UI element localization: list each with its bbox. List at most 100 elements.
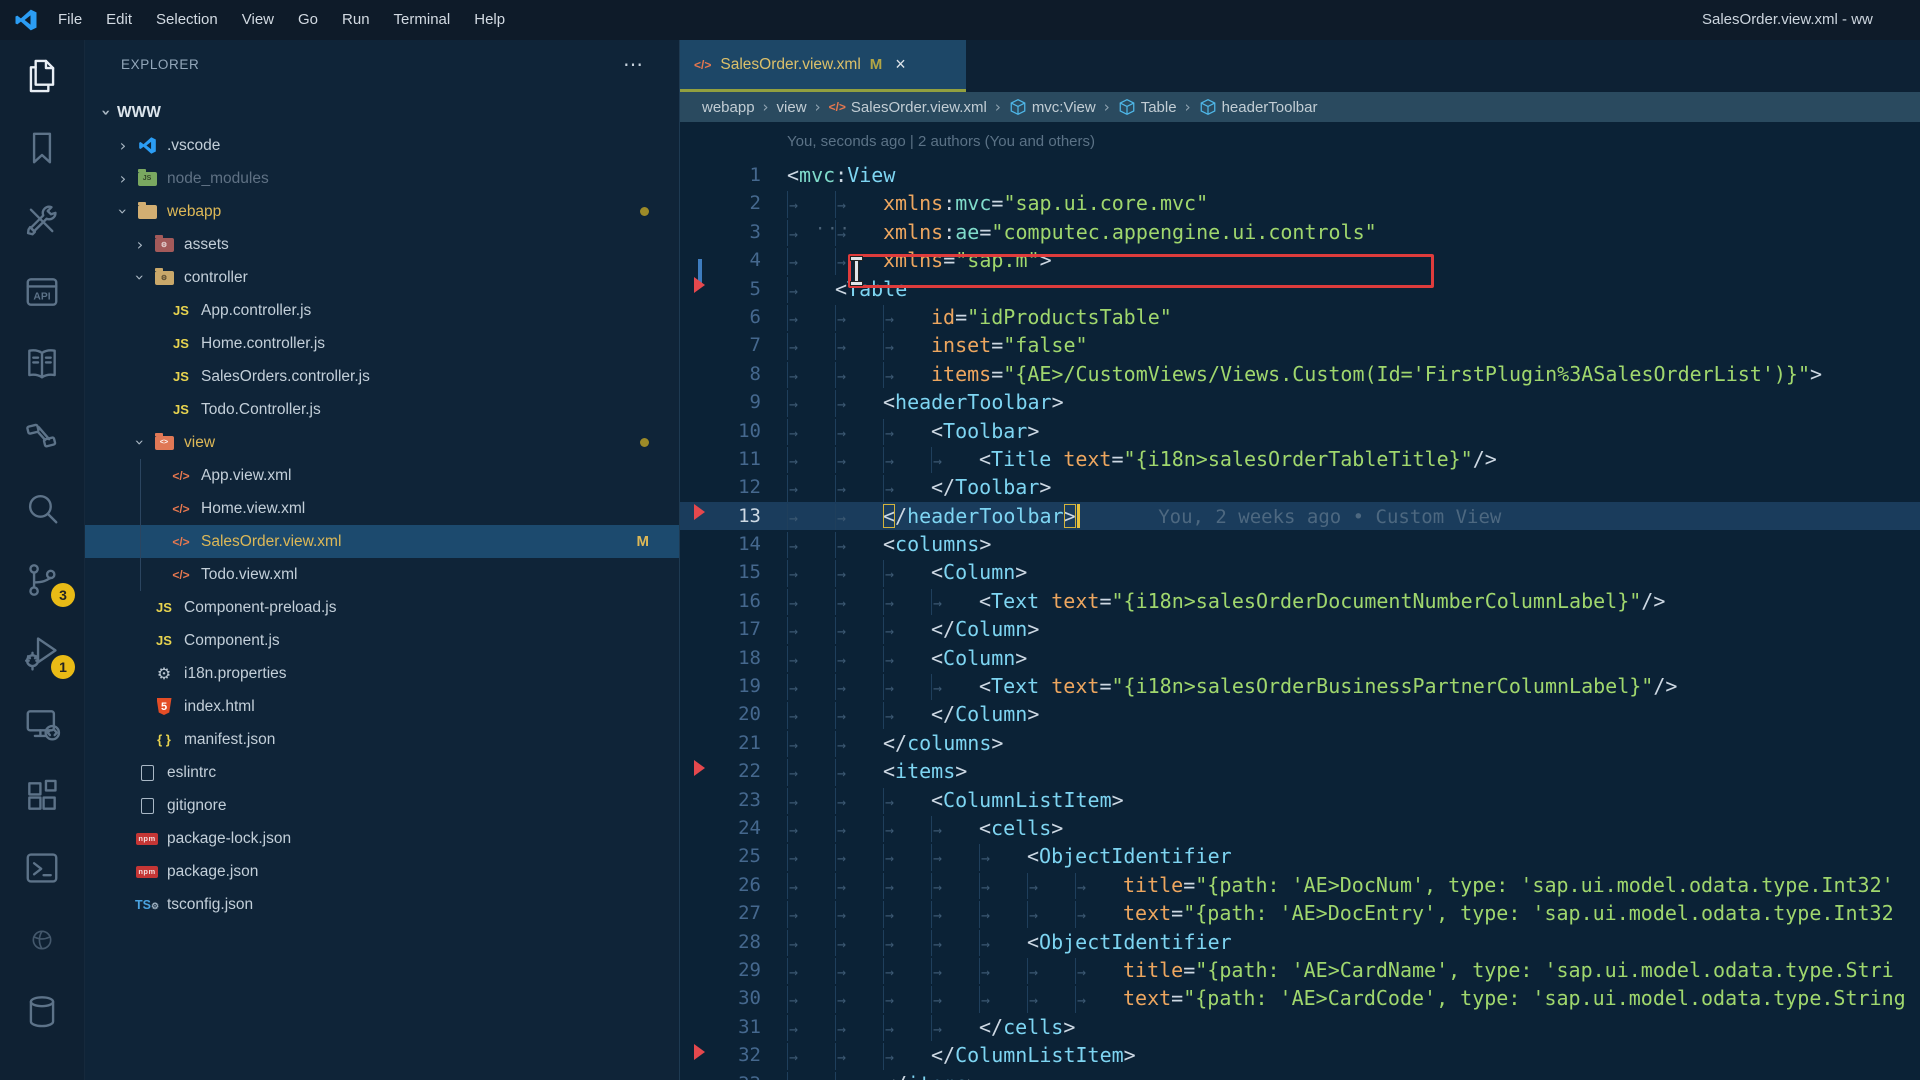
code-line-27[interactable]: 27 → → → → → → → text="{path: 'AE>DocEntry', typ…	[680, 899, 1920, 928]
tab-whitespace-arrow: →	[883, 1014, 931, 1042]
tree-item-tsconfig-json[interactable]: TS⚙ tsconfig.json	[85, 888, 679, 921]
code-line-10[interactable]: 10 → → → <Toolbar>	[680, 417, 1920, 445]
activity-bookmarks-icon[interactable]	[0, 112, 84, 184]
code-line-13[interactable]: 13 → → </headerToolbar> You, 2 weeks ago • C…	[680, 501, 1920, 531]
code-line-11[interactable]: 11 → → → → <Title text="{i18n>salesOrderTable…	[680, 445, 1920, 474]
activity-partial-bottom-icon-icon[interactable]	[0, 1048, 84, 1080]
menu-terminal[interactable]: Terminal	[382, 0, 463, 40]
tree-item-view[interactable]: › <> view	[85, 426, 679, 459]
code-line-14[interactable]: 14 → → <columns>	[680, 530, 1920, 559]
code-line-17[interactable]: 17 → → → </Column>	[680, 615, 1920, 644]
activity-terminal-icon[interactable]	[0, 832, 84, 904]
code-line-28[interactable]: 28 → → → → → <ObjectIdentifier	[680, 928, 1920, 956]
breadcrumb-mvc-view[interactable]: mvc:View	[1009, 98, 1096, 116]
tree-item-www[interactable]: › WWW	[85, 96, 679, 129]
code-line-18[interactable]: 18 → → → <Column>	[680, 644, 1920, 673]
breadcrumb-salesorder-view-xml[interactable]: </> SalesOrder.view.xml	[829, 99, 987, 116]
activity-explorer-icon[interactable]	[0, 40, 84, 112]
tree-item-component-js[interactable]: JS Component.js	[85, 624, 679, 657]
code-line-15[interactable]: 15 → → → <Column>	[680, 558, 1920, 587]
menu-help[interactable]: Help	[462, 0, 517, 40]
code-line-32[interactable]: 32 → → → </ColumnListItem>	[680, 1041, 1920, 1070]
tree-item-assets[interactable]: › ⚙ assets	[85, 228, 679, 261]
tree-item--vscode[interactable]: › .vscode	[85, 129, 679, 162]
tree-item-salesorder-view-xml[interactable]: </> SalesOrder.view.xml M	[85, 525, 679, 558]
code-line-20[interactable]: 20 → → → </Column>	[680, 700, 1920, 729]
activity-database-icon[interactable]	[0, 976, 84, 1048]
chevron-down-icon: ›	[113, 208, 133, 215]
activity-run-and-debug-icon[interactable]: 1	[0, 616, 84, 688]
code-line-2[interactable]: 2 → → xmlns:mvc="sap.ui.core.mvc"	[680, 189, 1920, 218]
code-line-16[interactable]: 16 → → → → <Text text="{i18n>salesOrderDocume…	[680, 587, 1920, 616]
code-line-9[interactable]: 9 → → <headerToolbar>	[680, 388, 1920, 417]
tree-item-i18n-properties[interactable]: ⚙ i18n.properties	[85, 657, 679, 690]
vscode-icon	[134, 136, 160, 155]
code-line-12[interactable]: 12 → → → </Toolbar>	[680, 473, 1920, 502]
tree-item-index-html[interactable]: 5 index.html	[85, 690, 679, 723]
code-line-3[interactable]: 3 → → xmlns:ae="computec.appengine.ui.contr…	[680, 218, 1920, 247]
code-line-25[interactable]: 25 → → → → → <ObjectIdentifier	[680, 842, 1920, 871]
menu-view[interactable]: View	[230, 0, 286, 40]
activity-tools-icon[interactable]	[0, 184, 84, 256]
code-line-23[interactable]: 23 → → → <ColumnListItem>	[680, 786, 1920, 814]
explorer-more-actions-icon[interactable]: ⋯	[623, 52, 645, 77]
tree-item-salesorders-controller-js[interactable]: JS SalesOrders.controller.js	[85, 360, 679, 393]
activity-extensions-icon[interactable]	[0, 760, 84, 832]
explorer-header: EXPLORER ⋯	[85, 40, 679, 88]
code-line-31[interactable]: 31 → → → → </cells>	[680, 1013, 1920, 1042]
activity-source-control-icon[interactable]: 3	[0, 544, 84, 616]
code-line-24[interactable]: 24 → → → → <cells>	[680, 814, 1920, 843]
tree-item-todo-view-xml[interactable]: </> Todo.view.xml	[85, 558, 679, 591]
tree-item-component-preload-js[interactable]: JS Component-preload.js	[85, 591, 679, 624]
code-line-22[interactable]: 22 → → <items>	[680, 757, 1920, 786]
tree-item-package-json[interactable]: npm package.json	[85, 855, 679, 888]
tab-close-icon[interactable]: ×	[895, 54, 906, 75]
code-line-30[interactable]: 30 → → → → → → → text="{path: 'AE>CardCode', typ…	[680, 984, 1920, 1013]
activity-project-graph-icon[interactable]	[0, 400, 84, 472]
code-line-6[interactable]: 6 → → → id="idProductsTable"	[680, 303, 1920, 332]
tree-item-eslintrc[interactable]: eslintrc	[85, 756, 679, 789]
menu-go[interactable]: Go	[286, 0, 330, 40]
tree-item-todo-controller-js[interactable]: JS Todo.Controller.js	[85, 393, 679, 426]
code-line-29[interactable]: 29 → → → → → → → title="{path: 'AE>CardName', ty…	[680, 956, 1920, 985]
menu-run[interactable]: Run	[330, 0, 382, 40]
tree-item-gitignore[interactable]: gitignore	[85, 789, 679, 822]
code-line-8[interactable]: 8 → → → items="{AE>/CustomViews/Views.Custom…	[680, 360, 1920, 389]
tree-item-app-view-xml[interactable]: </> App.view.xml	[85, 459, 679, 492]
code-line-21[interactable]: 21 → → </columns>	[680, 729, 1920, 758]
menu-file[interactable]: File	[46, 0, 94, 40]
line-text: → → → → → → → title="{path: 'AE>DocNum', type: …	[787, 871, 1920, 900]
tree-item-home-controller-js[interactable]: JS Home.controller.js	[85, 327, 679, 360]
tree-item-home-view-xml[interactable]: </> Home.view.xml	[85, 492, 679, 525]
code-line-19[interactable]: 19 → → → → <Text text="{i18n>salesOrderBusine…	[680, 672, 1920, 701]
breadcrumb-table[interactable]: Table	[1118, 98, 1177, 116]
code-line-26[interactable]: 26 → → → → → → → title="{path: 'AE>DocNum', type…	[680, 871, 1920, 900]
code-line-33[interactable]: 33→→</items>	[680, 1070, 1920, 1080]
breadcrumb-webapp[interactable]: webapp	[702, 99, 755, 116]
tree-item-node-modules[interactable]: › JS node_modules	[85, 162, 679, 195]
breadcrumb-view[interactable]: view	[777, 99, 807, 116]
tab-salesorder-view-xml[interactable]: </> SalesOrder.view.xml M ×	[680, 40, 966, 92]
tree-item-controller[interactable]: › ⚙ controller	[85, 261, 679, 294]
activity-remote-explorer-icon[interactable]	[0, 688, 84, 760]
tab-whitespace-arrow: →	[787, 1043, 835, 1070]
tree-item-package-lock-json[interactable]: npm package-lock.json	[85, 822, 679, 855]
line-text: → → xmlns:mvc="sap.ui.core.mvc"	[787, 189, 1920, 218]
code-line-1[interactable]: 1 <mvc:View	[680, 161, 1920, 189]
tab-whitespace-arrow: →	[787, 674, 835, 701]
js-icon: JS	[173, 303, 189, 318]
breadcrumb-headertoolbar[interactable]: headerToolbar	[1199, 98, 1317, 116]
tree-item-webapp[interactable]: › webapp	[85, 195, 679, 228]
activity-docs-icon[interactable]	[0, 328, 84, 400]
viewfolder-icon: <>	[151, 432, 177, 450]
activity-search-icon[interactable]	[0, 472, 84, 544]
menu-edit[interactable]: Edit	[94, 0, 144, 40]
code-line-7[interactable]: 7 → → → inset="false"	[680, 331, 1920, 360]
tree-item-manifest-json[interactable]: { } manifest.json	[85, 723, 679, 756]
code-editor[interactable]: You, seconds ago | 2 authors (You and ot…	[680, 122, 1920, 1080]
activity-api-client-icon[interactable]: API	[0, 256, 84, 328]
activity-live-server-icon[interactable]	[0, 904, 84, 976]
tree-item-app-controller-js[interactable]: JS App.controller.js	[85, 294, 679, 327]
menu-selection[interactable]: Selection	[144, 0, 230, 40]
tab-whitespace-arrow: →	[787, 957, 835, 985]
